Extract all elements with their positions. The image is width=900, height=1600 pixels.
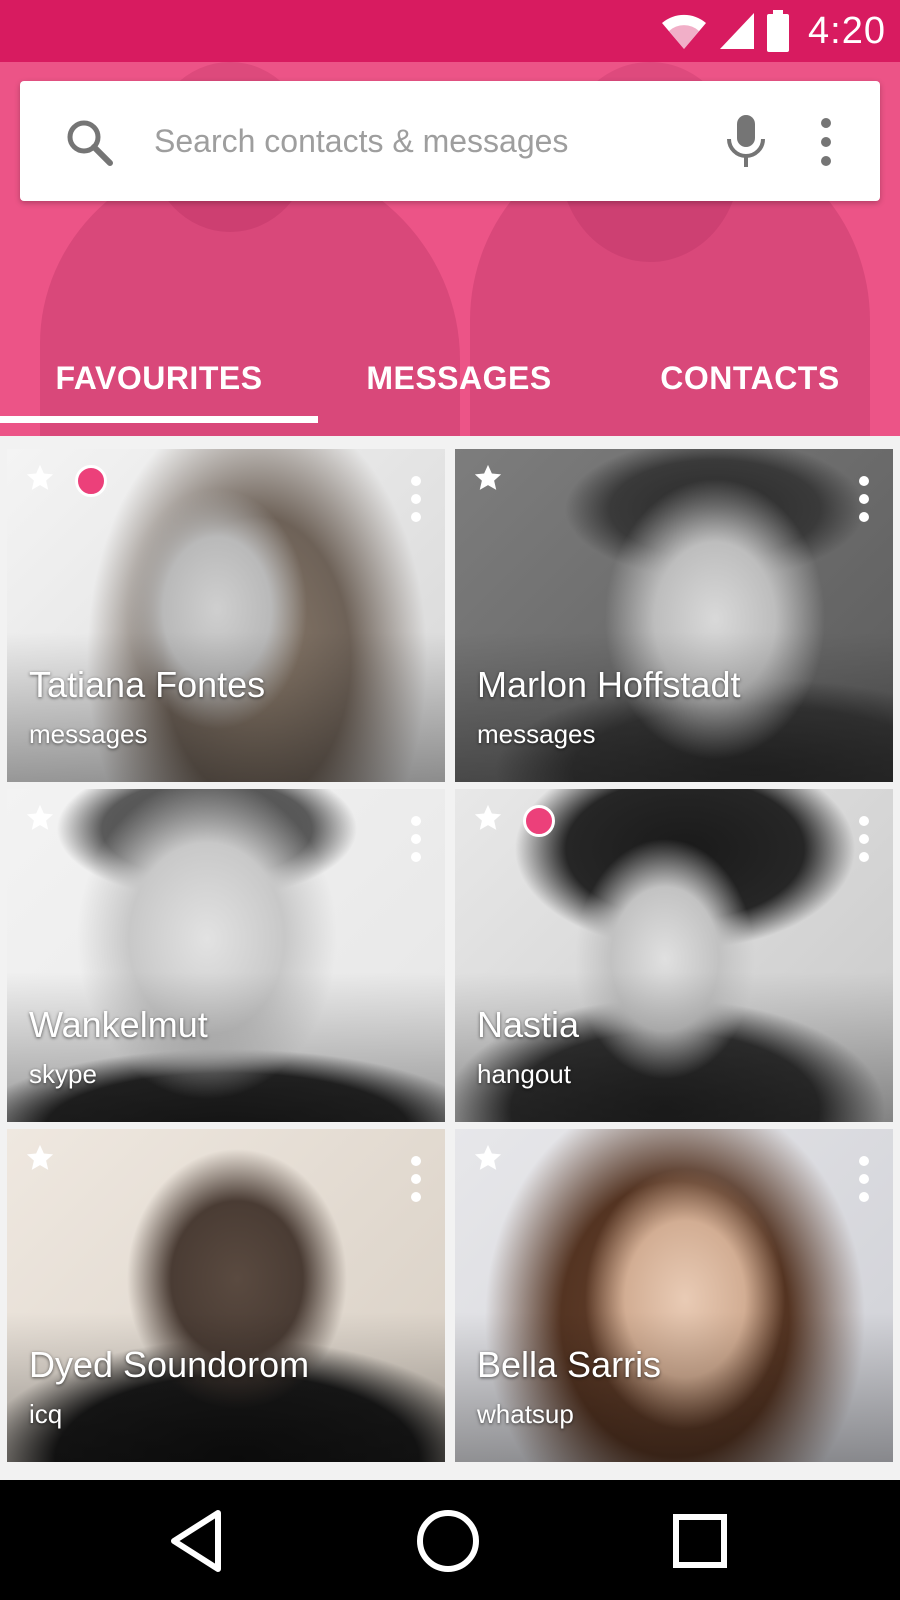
more-vert-icon[interactable]: [409, 1155, 423, 1203]
photo-shade: [455, 1312, 893, 1462]
star-icon[interactable]: [473, 1143, 503, 1173]
contact-card[interactable]: Dyed Soundorom icq: [7, 1129, 445, 1462]
star-icon[interactable]: [25, 803, 55, 833]
navigation-bar: [0, 1480, 900, 1600]
status-bar: 4:20: [0, 0, 900, 62]
more-vert-icon[interactable]: [857, 475, 871, 523]
contact-name: Nastia: [477, 1004, 580, 1045]
back-button[interactable]: [156, 1506, 236, 1576]
contact-name: Bella Sarris: [477, 1344, 662, 1385]
status-time: 4:20: [808, 9, 886, 52]
contact-name: Dyed Soundorom: [29, 1344, 310, 1385]
contact-card[interactable]: Nastia hangout: [455, 789, 893, 1122]
more-vert-icon[interactable]: [409, 475, 423, 523]
recent-apps-icon: [673, 1514, 727, 1568]
wifi-icon: [662, 14, 707, 50]
home-button[interactable]: [408, 1506, 488, 1576]
recent-apps-button[interactable]: [660, 1506, 740, 1576]
online-indicator: [75, 465, 107, 497]
contact-service: hangout: [477, 1059, 571, 1089]
contact-name: Tatiana Fontes: [29, 664, 266, 705]
app-header: FAVOURITES MESSAGES CONTACTS: [0, 62, 900, 436]
contact-name: Marlon Hoffstadt: [477, 664, 741, 705]
tab-contacts[interactable]: CONTACTS: [600, 334, 900, 422]
contact-card[interactable]: Bella Sarris whatsup: [455, 1129, 893, 1462]
online-indicator: [523, 805, 555, 837]
tab-messages[interactable]: MESSAGES: [318, 334, 600, 422]
contact-service: messages: [477, 719, 596, 749]
contact-service: skype: [29, 1059, 97, 1089]
back-icon: [171, 1510, 221, 1572]
contact-card[interactable]: Marlon Hoffstadt messages: [455, 449, 893, 782]
search-icon[interactable]: [62, 115, 118, 171]
home-icon: [417, 1510, 479, 1572]
star-icon[interactable]: [25, 463, 55, 493]
more-vert-icon[interactable]: [816, 117, 836, 167]
contact-service: whatsup: [477, 1399, 574, 1429]
mic-icon[interactable]: [724, 113, 768, 171]
photo-shade: [455, 632, 893, 782]
battery-icon: [767, 10, 790, 52]
star-icon[interactable]: [25, 1143, 55, 1173]
photo-shade: [7, 972, 445, 1122]
star-icon[interactable]: [473, 463, 503, 493]
contact-card[interactable]: Tatiana Fontes messages: [7, 449, 445, 782]
photo-shade: [455, 972, 893, 1122]
tab-indicator: [0, 416, 318, 423]
contact-name: Wankelmut: [29, 1004, 208, 1045]
star-icon[interactable]: [473, 803, 503, 833]
search-bar: [20, 81, 880, 201]
more-vert-icon[interactable]: [857, 815, 871, 863]
more-vert-icon[interactable]: [857, 1155, 871, 1203]
tab-bar: FAVOURITES MESSAGES CONTACTS: [0, 334, 900, 436]
contact-card[interactable]: Wankelmut skype: [7, 789, 445, 1122]
contact-service: messages: [29, 719, 148, 749]
more-vert-icon[interactable]: [409, 815, 423, 863]
tab-favourites[interactable]: FAVOURITES: [0, 334, 318, 422]
status-icons: 4:20: [660, 0, 886, 62]
search-input[interactable]: [154, 111, 674, 171]
signal-icon: [720, 13, 755, 49]
favourites-grid: Tatiana Fontes messages Marlon Hoffstadt…: [0, 436, 900, 1480]
contact-service: icq: [29, 1399, 63, 1429]
photo-shade: [7, 632, 445, 782]
photo-shade: [7, 1312, 445, 1462]
